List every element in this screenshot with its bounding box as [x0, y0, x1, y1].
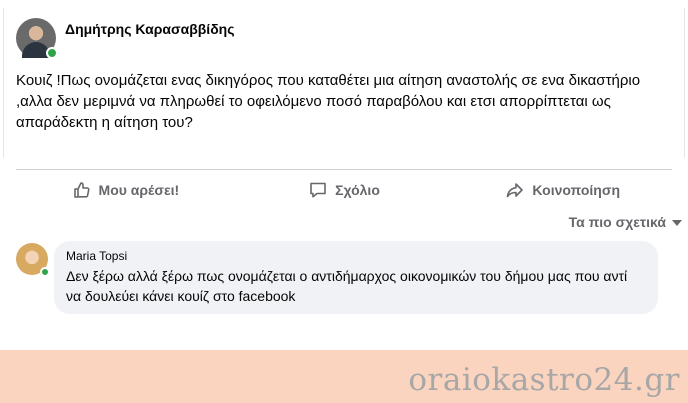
post-text: Κουιζ !Πως ονομάζεται ενας δικηγόρος που…: [16, 72, 641, 131]
actions-divider: [16, 169, 672, 170]
post-border-left: [3, 8, 4, 158]
author-name[interactable]: Δημήτρης Καρασαββίδης: [65, 21, 235, 37]
like-label: Μου αρέσει!: [98, 182, 180, 198]
online-status-icon: [40, 267, 50, 277]
post-actions-bar: Μου αρέσει! Σχόλιο Κοινοποίηση: [16, 176, 672, 204]
site-watermark: oraiokastro24.gr: [408, 362, 680, 398]
comment-item: Maria Topsi Δεν ξέρω αλλά ξέρω πως ονομά…: [16, 241, 658, 314]
author-avatar[interactable]: [16, 18, 58, 59]
post-card: Δημήτρης Καρασαββίδης Κουιζ !Πως ονομάζε…: [0, 0, 688, 350]
thumbs-up-icon: [73, 182, 90, 198]
watermark-banner: oraiokastro24.gr: [0, 350, 688, 403]
online-status-icon: [46, 47, 58, 59]
sort-label: Τα πιο σχετικά: [568, 214, 666, 230]
comment-sort-dropdown[interactable]: Τα πιο σχετικά: [569, 214, 682, 230]
post-border-right: [684, 8, 685, 158]
comment-icon: [310, 182, 326, 198]
commenter-avatar[interactable]: [16, 243, 50, 277]
comment-button[interactable]: Σχόλιο: [235, 176, 454, 204]
caret-down-icon: [672, 220, 682, 226]
comment-label: Σχόλιο: [335, 182, 380, 198]
share-icon: [507, 183, 524, 198]
commenter-name[interactable]: Maria Topsi: [66, 249, 646, 264]
comment-bubble: Maria Topsi Δεν ξέρω αλλά ξέρω πως ονομά…: [54, 241, 658, 314]
like-button[interactable]: Μου αρέσει!: [16, 176, 235, 204]
share-label: Κοινοποίηση: [532, 182, 620, 198]
comment-text: Δεν ξέρω αλλά ξέρω πως ονομάζεται ο αντι…: [66, 268, 628, 304]
share-button[interactable]: Κοινοποίηση: [453, 176, 672, 204]
post-header: Δημήτρης Καρασαββίδης: [16, 18, 235, 59]
